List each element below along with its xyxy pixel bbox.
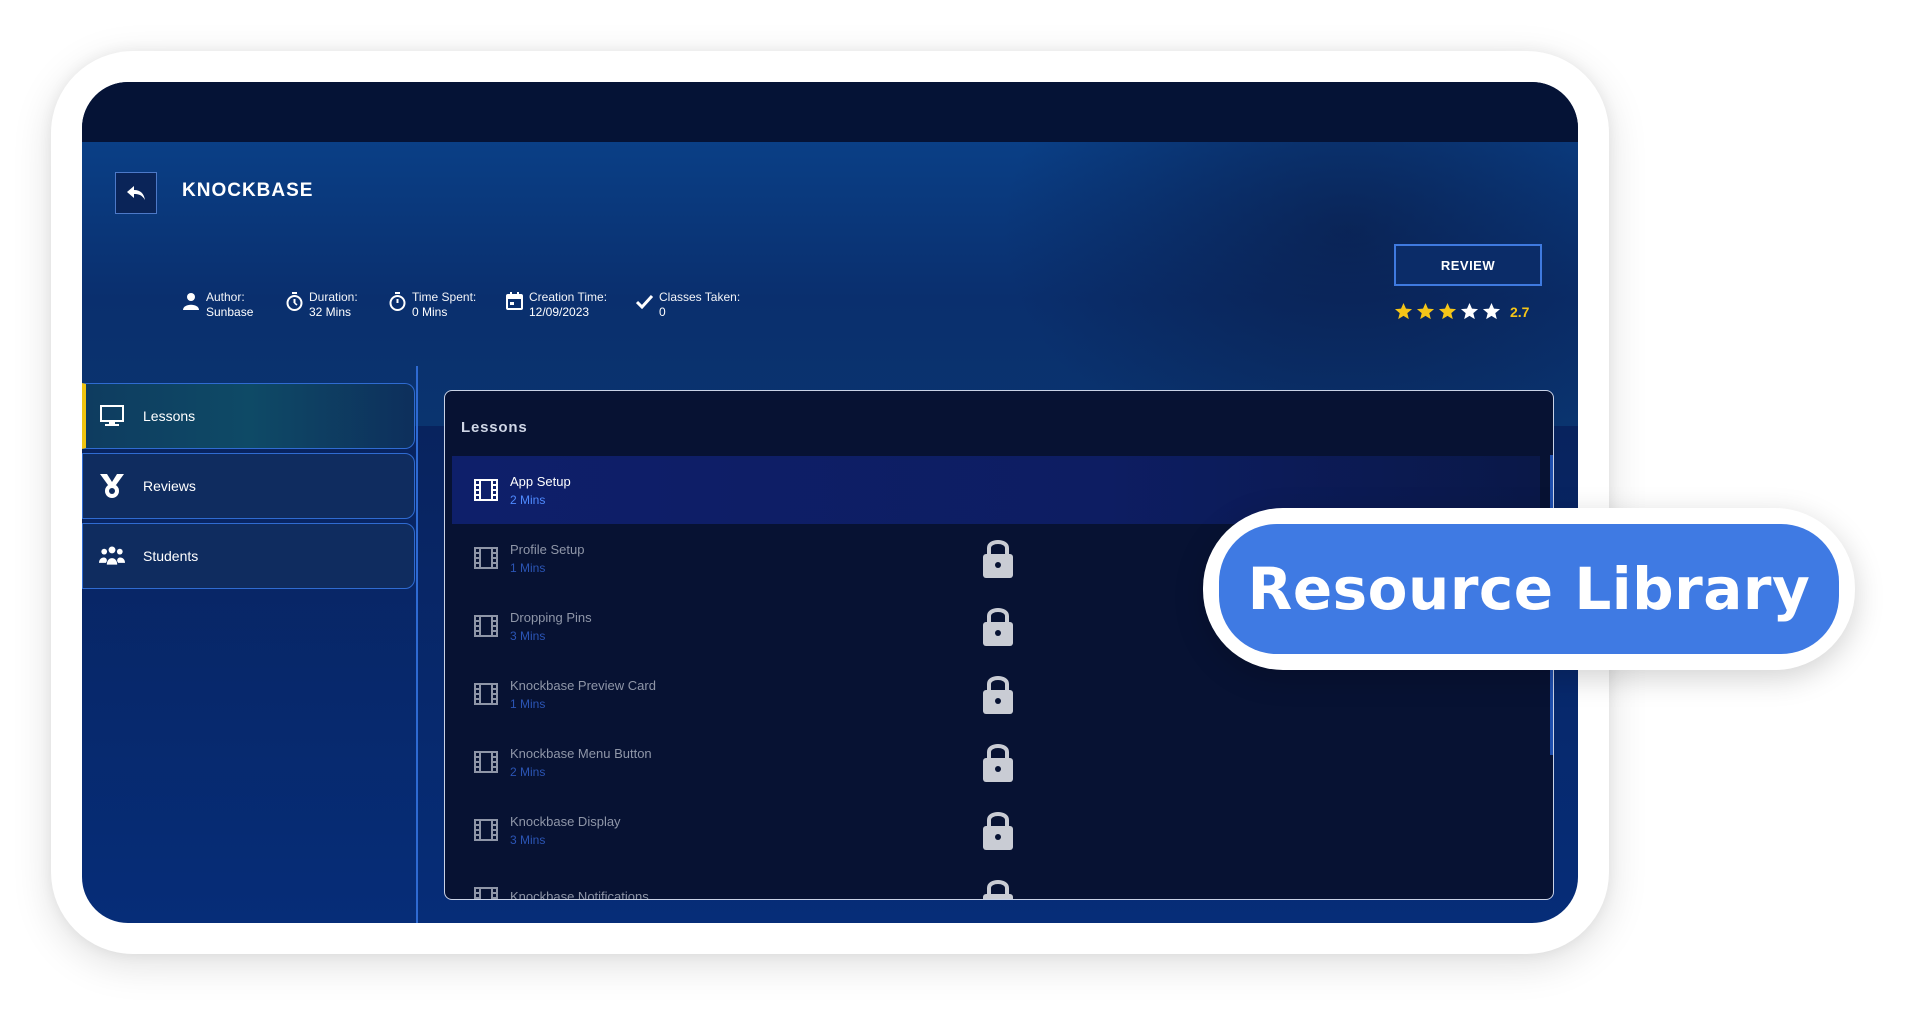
film-icon [474, 683, 498, 705]
meta-classes-taken: Classes Taken: 0 [635, 290, 745, 320]
lesson-title: App Setup [510, 473, 571, 489]
sidebar-item-label: Reviews [143, 478, 196, 494]
meta-author: Author: Sunbase [182, 290, 285, 320]
star-empty-icon [1460, 302, 1479, 320]
sidebar-item-lessons[interactable]: Lessons [82, 383, 415, 449]
sidebar [82, 366, 418, 923]
meta-creation-label: Creation Time: [529, 290, 608, 304]
review-button[interactable]: REVIEW [1394, 244, 1542, 286]
user-icon [182, 290, 200, 312]
meta-time-spent: Time Spent: 0 Mins [388, 290, 505, 320]
lesson-title: Knockbase Preview Card [510, 677, 656, 693]
lesson-duration: 2 Mins [510, 764, 546, 779]
star-filled-icon [1394, 302, 1413, 320]
lock-icon [983, 676, 1013, 714]
lock-icon [983, 744, 1013, 782]
monitor-icon [99, 403, 125, 429]
lesson-duration: 2 Mins [510, 492, 546, 507]
meta-duration-value: 32 Mins [309, 305, 352, 319]
course-title: KNOCKBASE [182, 180, 314, 201]
star-rating: 2.7 [1394, 302, 1529, 321]
lesson-item[interactable]: Knockbase Menu Button 2 Mins [452, 728, 1540, 796]
star-empty-icon [1482, 302, 1501, 320]
lesson-item[interactable]: Knockbase Preview Card 1 Mins [452, 660, 1540, 728]
meta-duration: Duration: 32 Mins [285, 290, 388, 320]
lock-icon [983, 608, 1013, 646]
film-icon [474, 615, 498, 637]
sidebar-item-label: Lessons [143, 408, 196, 424]
meta-author-label: Author: [206, 290, 245, 304]
course-meta: Author: Sunbase Duration: 32 Mins Time S… [182, 290, 745, 320]
star-filled-icon [1438, 302, 1457, 320]
group-icon [99, 543, 125, 569]
meta-classes-value: 0 [659, 305, 666, 319]
checkmark-icon [635, 290, 653, 312]
lesson-duration: 1 Mins [510, 696, 546, 711]
lesson-duration: 3 Mins [510, 628, 546, 643]
stopwatch-icon [285, 290, 303, 312]
meta-creation-value: 12/09/2023 [529, 305, 590, 319]
meta-time-spent-label: Time Spent: [412, 290, 477, 304]
lesson-title: Knockbase Display [510, 813, 621, 829]
lesson-title: Dropping Pins [510, 609, 592, 625]
sidebar-item-reviews[interactable]: Reviews [82, 453, 415, 519]
meta-author-value: Sunbase [206, 305, 254, 319]
stopwatch-icon [388, 290, 406, 312]
lesson-title: Profile Setup [510, 541, 585, 557]
rating-value: 2.7 [1510, 303, 1530, 320]
resource-library-badge: Resource Library [1219, 524, 1839, 654]
lesson-duration: 3 Mins [510, 832, 546, 847]
film-icon [474, 547, 498, 569]
film-icon [474, 887, 498, 899]
medal-icon [99, 473, 125, 499]
meta-duration-label: Duration: [309, 290, 358, 304]
back-button[interactable] [115, 172, 157, 214]
meta-creation-time: Creation Time: 12/09/2023 [505, 290, 635, 320]
lock-icon [983, 812, 1013, 850]
lock-icon [983, 880, 1013, 899]
film-icon [474, 751, 498, 773]
lock-icon [983, 540, 1013, 578]
film-icon [474, 479, 498, 501]
lesson-title: Knockbase Notifications [510, 888, 649, 900]
back-arrow-icon [127, 186, 145, 200]
lesson-item[interactable]: Knockbase Display 3 Mins [452, 796, 1540, 864]
film-icon [474, 819, 498, 841]
sidebar-item-students[interactable]: Students [82, 523, 415, 589]
calendar-icon [505, 290, 523, 312]
lesson-duration: 1 Mins [510, 560, 546, 575]
star-filled-icon [1416, 302, 1435, 320]
lessons-panel-title: Lessons [461, 419, 528, 436]
sidebar-item-label: Students [143, 548, 199, 564]
meta-classes-label: Classes Taken: [659, 290, 741, 304]
app-screen: KNOCKBASE Author: Sunbase Duration: 32 M… [82, 82, 1578, 923]
top-bar [82, 82, 1578, 142]
lesson-item[interactable]: Knockbase Notifications [452, 864, 1540, 900]
meta-time-spent-value: 0 Mins [412, 305, 448, 319]
lesson-title: Knockbase Menu Button [510, 745, 652, 761]
